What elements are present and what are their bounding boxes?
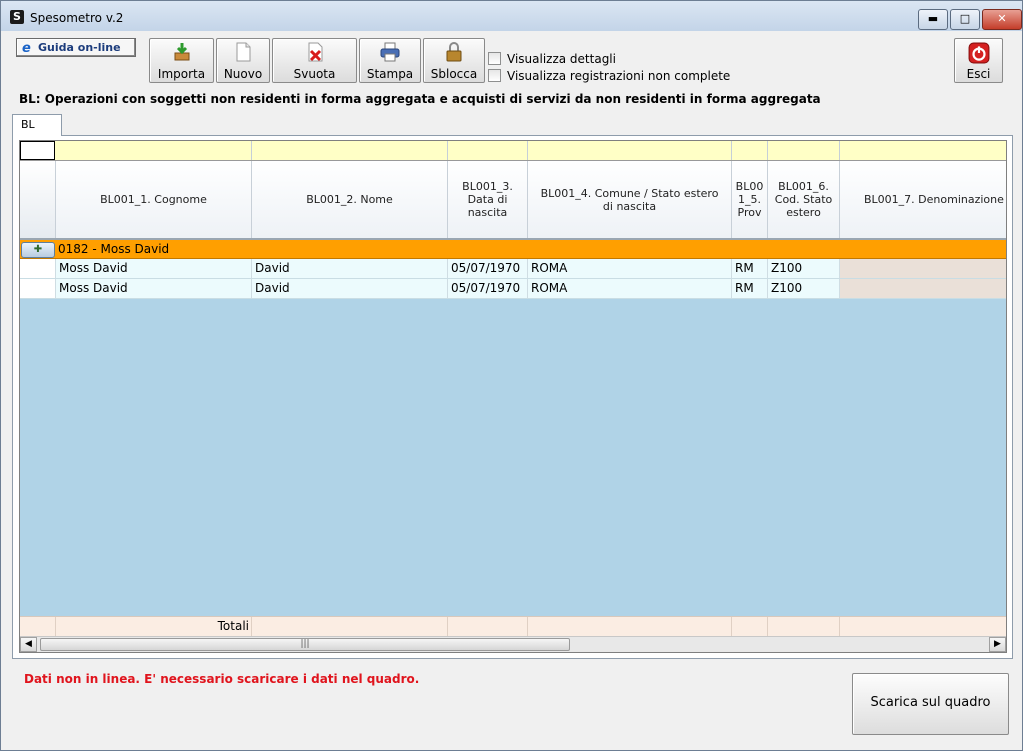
app-icon: S (10, 10, 24, 24)
row-selector[interactable] (20, 259, 56, 278)
cell-birth-date[interactable]: 05/07/1970 (448, 259, 528, 278)
cell-name[interactable]: David (252, 259, 448, 278)
column-header[interactable]: BL00 1_5. Prov (732, 161, 768, 238)
filter-row (20, 141, 1006, 161)
cell-birthplace[interactable]: ROMA (528, 259, 732, 278)
scroll-right-arrow-icon[interactable]: ▶ (989, 637, 1006, 652)
show-incomplete-checkbox[interactable] (488, 69, 501, 82)
main-window: S Spesometro v.2 ▬ □ ✕ e Guida on-line Im… (0, 0, 1023, 751)
group-row[interactable]: ✚ 0182 - Moss David (20, 240, 1006, 259)
show-incomplete-option[interactable]: Visualizza registrazioni non complete (488, 69, 730, 83)
row-header-corner (20, 161, 56, 238)
column-header-row: BL001_1. Cognome BL001_2. Nome BL001_3. … (20, 161, 1006, 240)
row-selector[interactable] (20, 279, 56, 298)
browser-icon: e (22, 41, 31, 56)
scroll-left-arrow-icon[interactable]: ◀ (20, 637, 37, 652)
cell-denomination[interactable] (840, 279, 1006, 298)
unlock-label: Sblocca (430, 67, 478, 81)
show-details-option[interactable]: Visualizza dettagli (488, 52, 616, 66)
tab-bl[interactable]: BL (12, 114, 62, 136)
online-guide-label: Guida on-line (38, 41, 121, 54)
data-grid: BL001_1. Cognome BL001_2. Nome BL001_3. … (19, 140, 1007, 653)
import-icon (174, 43, 189, 61)
cell-birth-date[interactable]: 05/07/1970 (448, 279, 528, 298)
scrollbar-thumb[interactable]: ||| (40, 638, 570, 651)
clear-button[interactable]: Svuota (272, 38, 357, 83)
printer-icon (380, 42, 400, 62)
new-document-icon (236, 42, 251, 62)
column-header[interactable]: BL001_1. Cognome (56, 161, 252, 238)
column-header[interactable]: BL001_2. Nome (252, 161, 448, 238)
maximize-button[interactable]: □ (950, 9, 980, 30)
padlock-icon (446, 42, 462, 62)
close-button[interactable]: ✕ (982, 9, 1022, 30)
new-button[interactable]: Nuovo (216, 38, 270, 83)
delete-document-icon (308, 42, 322, 62)
horizontal-scrollbar[interactable]: ◀ ||| ▶ (20, 636, 1006, 652)
online-guide-button[interactable]: e Guida on-line (16, 38, 136, 57)
status-message: Dati non in linea. E' necessario scarica… (24, 672, 420, 686)
totals-label: Totali (56, 617, 252, 636)
import-label: Importa (157, 67, 206, 81)
show-incomplete-label: Visualizza registrazioni non complete (507, 69, 731, 83)
new-label: Nuovo (223, 67, 263, 81)
window-title: Spesometro v.2 (30, 11, 124, 25)
column-header[interactable]: BL001_4. Comune / Stato estero di nascit… (528, 161, 732, 238)
power-icon (968, 42, 989, 64)
exit-button[interactable]: Esci (954, 38, 1003, 83)
totals-row: Totali (20, 616, 1006, 636)
print-label: Stampa (366, 67, 414, 81)
unlock-button[interactable]: Sblocca (423, 38, 485, 83)
import-button[interactable]: Importa (149, 38, 214, 83)
column-header[interactable]: BL001_7. Denominazione (840, 161, 1006, 238)
show-details-checkbox[interactable] (488, 52, 501, 65)
cell-country-code[interactable]: Z100 (768, 279, 840, 298)
filter-corner-cell[interactable] (20, 141, 55, 160)
section-title: BL: Operazioni con soggetti non resident… (19, 92, 821, 106)
cell-province[interactable]: RM (732, 259, 768, 278)
cell-surname[interactable]: Moss David (56, 259, 252, 278)
cell-denomination[interactable] (840, 259, 1006, 278)
table-row[interactable]: Moss David David 05/07/1970 ROMA RM Z100 (20, 259, 1006, 279)
title-bar: S Spesometro v.2 ▬ □ ✕ (1, 1, 1022, 31)
cell-country-code[interactable]: Z100 (768, 259, 840, 278)
column-header[interactable]: BL001_6. Cod. Stato estero (768, 161, 840, 238)
show-details-label: Visualizza dettagli (507, 52, 616, 66)
cell-province[interactable]: RM (732, 279, 768, 298)
download-to-form-button[interactable]: Scarica sul quadro (852, 673, 1009, 735)
column-header[interactable]: BL001_3. Data di nascita (448, 161, 528, 238)
clear-label: Svuota (293, 67, 336, 81)
table-row[interactable]: Moss David David 05/07/1970 ROMA RM Z100 (20, 279, 1006, 299)
expand-group-icon[interactable]: ✚ (21, 242, 55, 258)
group-label: 0182 - Moss David (58, 242, 170, 256)
cell-surname[interactable]: Moss David (56, 279, 252, 298)
minimize-button[interactable]: ▬ (918, 9, 948, 30)
cell-birthplace[interactable]: ROMA (528, 279, 732, 298)
exit-label: Esci (966, 67, 991, 81)
print-button[interactable]: Stampa (359, 38, 421, 83)
cell-name[interactable]: David (252, 279, 448, 298)
